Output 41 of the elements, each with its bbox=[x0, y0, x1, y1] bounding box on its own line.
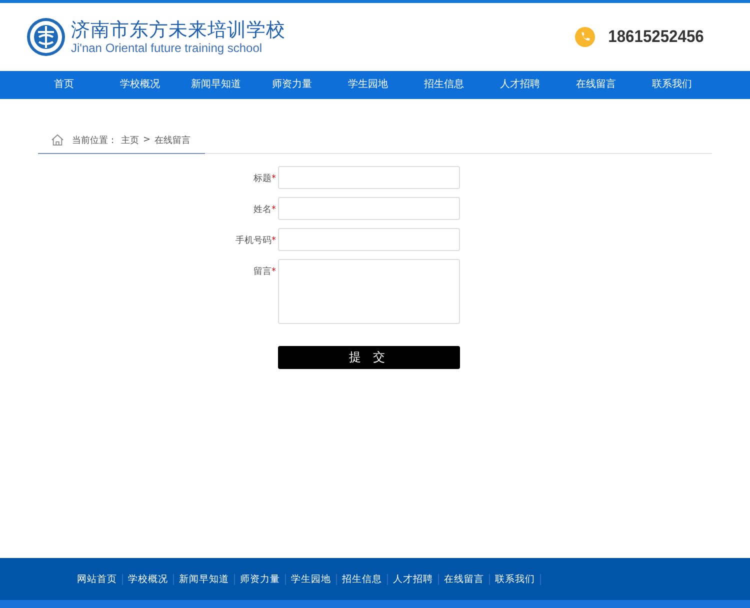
phone-icon bbox=[574, 27, 595, 47]
field-label: 姓名 bbox=[254, 204, 272, 214]
field-label: 标题 bbox=[254, 174, 272, 184]
footer-link[interactable]: 联系我们 bbox=[490, 574, 541, 584]
school-name-english: Ji'nan Oriental future training school bbox=[71, 41, 264, 55]
breadcrumb-link[interactable]: 在线留言 bbox=[154, 134, 191, 146]
footer-link[interactable]: 人才招聘 bbox=[388, 574, 439, 584]
breadcrumb-label: 当前位置： bbox=[72, 134, 117, 146]
input-field[interactable] bbox=[278, 228, 460, 250]
home-icon bbox=[51, 134, 64, 146]
footer-link[interactable]: 在线留言 bbox=[439, 574, 490, 584]
nav-link[interactable]: 新闻早知道 bbox=[178, 71, 254, 99]
nav-link[interactable]: 人才招聘 bbox=[482, 71, 558, 99]
nav-link[interactable]: 招生信息 bbox=[406, 71, 482, 99]
footer-link[interactable]: 招生信息 bbox=[337, 574, 388, 584]
nav-link[interactable]: 学校概况 bbox=[102, 71, 178, 99]
required-mark: * bbox=[272, 174, 276, 184]
footer-link[interactable]: 新闻早知道 bbox=[174, 574, 235, 584]
field-label: 留言 bbox=[254, 266, 272, 276]
nav-link[interactable]: 学生园地 bbox=[330, 71, 406, 99]
school-logo bbox=[26, 17, 66, 57]
breadcrumb-separator: > bbox=[143, 135, 151, 145]
phone-number: 18615252456 bbox=[608, 27, 704, 47]
required-mark: * bbox=[272, 266, 276, 276]
footer-link[interactable]: 学生园地 bbox=[286, 574, 337, 584]
breadcrumb-link[interactable]: 主页 bbox=[121, 134, 139, 146]
nav-link[interactable]: 联系我们 bbox=[634, 71, 710, 99]
required-mark: * bbox=[272, 204, 276, 214]
school-name: 济南市东方未来培训学校 bbox=[71, 19, 286, 41]
required-mark: * bbox=[272, 236, 276, 246]
footer-link[interactable]: 学校概况 bbox=[123, 574, 174, 584]
input-field[interactable] bbox=[278, 196, 460, 220]
submit-button[interactable]: 提 交 bbox=[278, 346, 460, 368]
nav-link[interactable]: 师资力量 bbox=[254, 71, 330, 99]
footer-link[interactable]: 师资力量 bbox=[235, 574, 286, 584]
message-field[interactable] bbox=[278, 258, 460, 324]
field-label: 手机号码 bbox=[236, 236, 272, 246]
nav-link[interactable]: 在线留言 bbox=[558, 71, 634, 99]
footer-link[interactable]: 网站首页 bbox=[72, 574, 123, 584]
nav-link[interactable]: 首页 bbox=[26, 71, 102, 99]
input-field[interactable] bbox=[278, 166, 460, 188]
